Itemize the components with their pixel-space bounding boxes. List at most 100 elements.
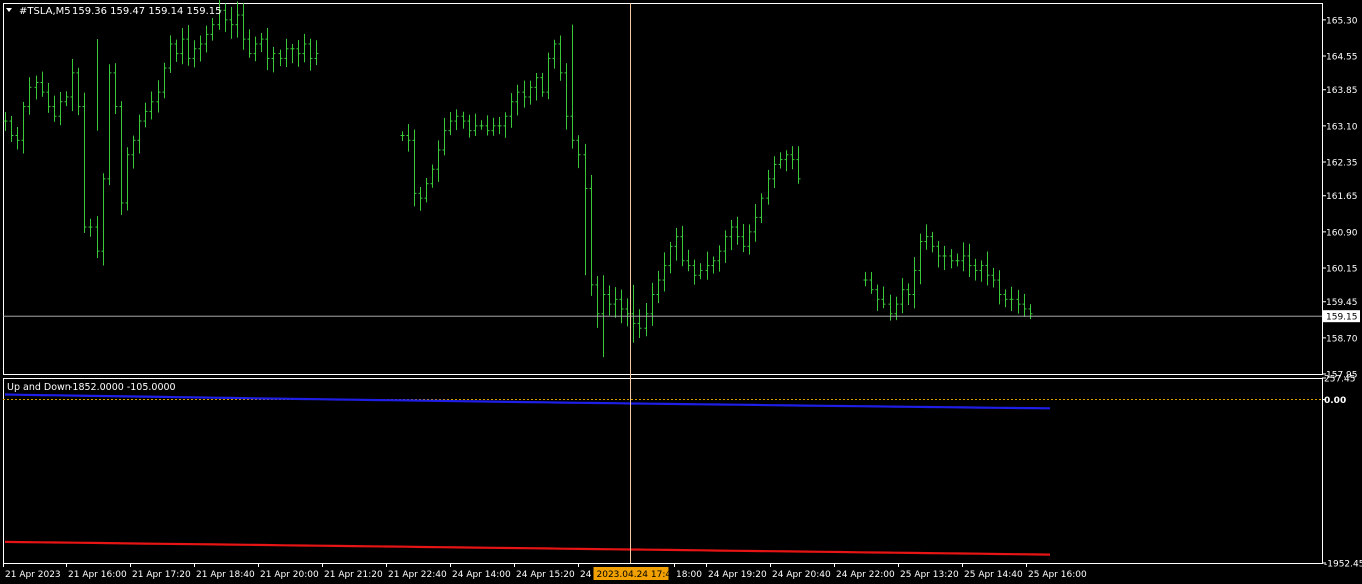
- time-tick-label: 25 Apr 13:20: [900, 570, 959, 580]
- ohlc-bar: [168, 35, 173, 73]
- ohlc-bar: [900, 278, 905, 314]
- ohlc-bar: [1009, 286, 1014, 312]
- price-tick-label: 163.10: [1326, 122, 1358, 132]
- ohlc-bar: [424, 178, 429, 203]
- ohlc-bar: [412, 129, 417, 207]
- ohlc-bar: [9, 115, 14, 142]
- ohlc-bar: [491, 117, 496, 136]
- price-tick-label: 163.85: [1326, 86, 1358, 96]
- ohlc-bar: [454, 109, 459, 131]
- ohlc-bar: [284, 38, 289, 67]
- price-tick-label: 162.35: [1326, 159, 1358, 169]
- indicator-tick-label: 0.00: [1324, 396, 1346, 406]
- ohlc-bar: [705, 251, 710, 280]
- ohlc-bar: [997, 270, 1002, 305]
- price-tick-label: 159.45: [1326, 298, 1358, 308]
- ohlc-bar: [613, 287, 618, 318]
- price-tick-label: 160.15: [1326, 265, 1358, 275]
- ohlc-bar: [314, 40, 319, 66]
- ohlc-bar: [290, 43, 295, 64]
- ohlc-bar: [485, 115, 490, 136]
- ohlc-bar: [674, 227, 679, 261]
- ohlc-bar: [296, 40, 301, 67]
- ohlc-bar: [747, 224, 752, 255]
- ohlc-bar: [723, 230, 728, 263]
- time-tick-label: 21 Apr 16:00: [68, 570, 127, 580]
- time-tick-label: 25 Apr 16:00: [1028, 570, 1087, 580]
- price-bars: [3, 0, 1033, 358]
- ohlc-bar: [308, 38, 313, 71]
- ohlc-bar: [735, 216, 740, 245]
- ohlc-bar: [503, 112, 508, 138]
- ohlc-bar: [906, 283, 911, 306]
- ohlc-bar: [741, 224, 746, 253]
- ohlc-bar: [253, 36, 258, 62]
- ohlc-bar: [204, 25, 209, 53]
- ohlc-bar: [265, 28, 270, 71]
- time-tick-label: 24 Apr 19:20: [708, 570, 767, 580]
- ohlc-bar: [113, 63, 118, 114]
- ohlc-bar: [930, 231, 935, 253]
- ohlc-bar: [52, 95, 57, 122]
- ohlc-bar: [753, 204, 758, 242]
- ohlc-bar: [302, 33, 307, 63]
- symbol-label: #TSLA,M5: [19, 6, 71, 17]
- ohlc-bar: [918, 233, 923, 285]
- price-tick-label: 164.55: [1326, 53, 1358, 63]
- ohlc-bar: [27, 77, 32, 115]
- ohlc-bar: [668, 241, 673, 274]
- indicator-tick-label: 257.45: [1324, 375, 1356, 385]
- ohlc-bar: [461, 111, 466, 129]
- ohlc-bar: [467, 114, 472, 138]
- ohlc-bar: [497, 116, 502, 135]
- ohlc-bar: [650, 282, 655, 326]
- ohlc-bar: [180, 28, 185, 65]
- ohlc-bar: [552, 39, 557, 69]
- ohlc-bar: [869, 272, 874, 294]
- ohlc-bar: [174, 39, 179, 62]
- ohlc-bar: [961, 242, 966, 272]
- ohlc-bar: [278, 49, 283, 67]
- ohlc-bar: [546, 52, 551, 100]
- ohlc-bar: [1003, 289, 1008, 308]
- ohlc-bar: [186, 25, 191, 66]
- ohlc-bar: [991, 267, 996, 288]
- ohlc-bar: [107, 64, 112, 186]
- ohlc-bar: [967, 243, 972, 277]
- ohlc-bar: [119, 101, 124, 216]
- ohlc-bar: [924, 224, 929, 250]
- ohlc-bar: [680, 225, 685, 267]
- ohlc-bar: [210, 18, 215, 41]
- ohlc-bar: [137, 114, 142, 154]
- ohlc-bar: [540, 72, 545, 97]
- ohlc-bar: [644, 303, 649, 337]
- ohlc-bar: [88, 218, 93, 237]
- ohlc-bar: [936, 241, 941, 268]
- ohlc-bar: [973, 258, 978, 281]
- ohlc-bar: [595, 276, 600, 328]
- ohlc-bar: [76, 67, 81, 116]
- ohlc-bar: [607, 285, 612, 316]
- price-tick-label: 158.70: [1326, 334, 1358, 344]
- ohlc-bar: [241, 3, 246, 50]
- current-price-label: 159.15: [1326, 313, 1358, 323]
- ohlc-bar: [534, 73, 539, 101]
- ohlc-bar: [625, 298, 630, 327]
- ohlc-bar: [692, 259, 697, 285]
- ohlc-bar: [1016, 289, 1021, 314]
- chevron-down-icon[interactable]: [6, 8, 12, 12]
- ohlc-bar: [589, 175, 594, 296]
- ohlc-bar: [101, 173, 106, 266]
- time-tick-label: 21 Apr 17:20: [132, 570, 191, 580]
- ohlc-bar: [637, 309, 642, 338]
- chart-canvas[interactable]: 165.30 164.55 163.85 163.10 162.35 161.65 160.…: [0, 0, 1362, 584]
- ohlc-bar: [15, 126, 20, 150]
- ohlc-bar: [418, 187, 423, 211]
- indicator-series-1: [4, 393, 1051, 410]
- ohlc-bar: [875, 284, 880, 311]
- time-tick-label: 24: [580, 570, 592, 580]
- ohlc-bar: [82, 92, 87, 233]
- time-tick-label: 24 Apr 22:00: [836, 570, 895, 580]
- ohlc-bar: [131, 135, 136, 169]
- ohlc-bar: [95, 216, 100, 258]
